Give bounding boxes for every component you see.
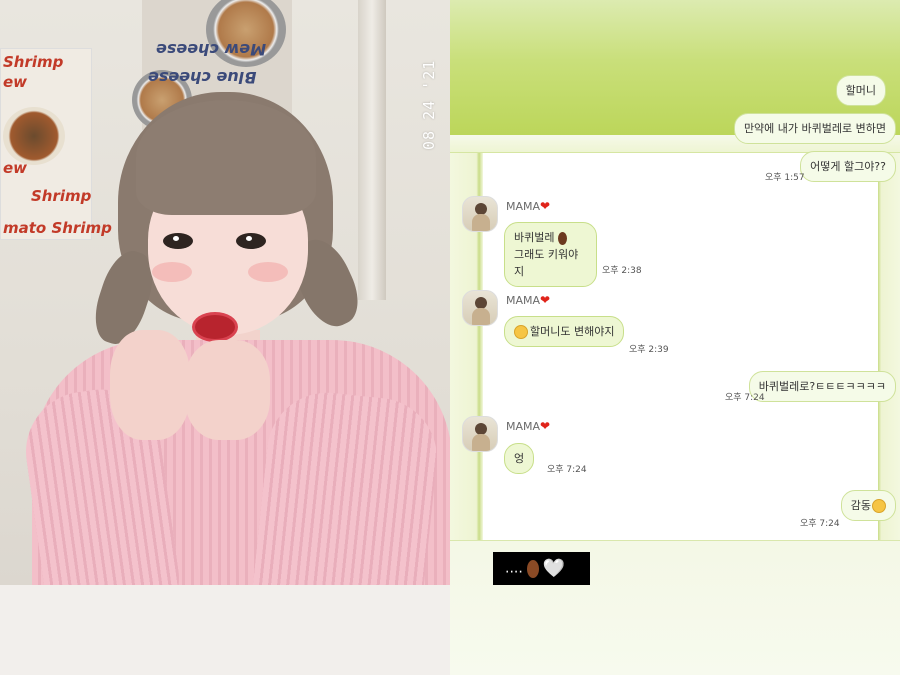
caption-box: .... 🤍	[493, 552, 590, 585]
avatar-body	[472, 214, 490, 231]
message-bubble-outgoing[interactable]: 만약에 내가 바퀴벌레로 변하면	[733, 113, 896, 144]
mouth	[192, 312, 238, 342]
bangs	[136, 100, 316, 215]
baby-face-icon	[514, 325, 528, 339]
message-bubble-incoming[interactable]: 할머니도 변해야지	[504, 316, 625, 347]
message-bubble-incoming[interactable]: 엉	[504, 443, 535, 474]
message-bubble-outgoing[interactable]: 할머니	[835, 75, 886, 106]
poster-text: mato Shrimp	[3, 219, 112, 237]
message-time: 오후 7:24	[800, 519, 840, 529]
poster-text: Mew cheese	[156, 40, 267, 59]
wall-pole	[358, 0, 386, 300]
message-time: 오후 7:24	[547, 465, 587, 475]
sender-name-text: MAMA	[506, 420, 541, 433]
message-text: 바퀴벌레	[514, 231, 555, 244]
sender-name: MAMA❤	[506, 199, 550, 213]
eye-left	[163, 233, 193, 249]
white-heart-icon: 🤍	[542, 558, 566, 579]
heart-icon: ❤	[540, 199, 551, 213]
message-time: 오후 2:38	[602, 266, 642, 276]
avatar[interactable]	[462, 290, 498, 326]
date-stamp: 08 24 '21	[420, 59, 438, 150]
message-bubble-outgoing[interactable]: 어떻게 할그야??	[800, 151, 896, 182]
poster-text: Shrimp	[3, 53, 64, 71]
avatar[interactable]	[462, 196, 498, 232]
message-bubble-incoming[interactable]: 바퀴벌레 그래도 키워야지	[504, 222, 597, 287]
avatar-body	[472, 434, 490, 451]
message-text: 할머니도 변해야지	[530, 325, 615, 338]
sender-name-text: MAMA	[506, 294, 541, 307]
shrimp-poster: Shrimp ew ew mato Shrimp Shrimp	[0, 48, 112, 240]
hand-right	[185, 340, 270, 440]
message-time: 오후 2:39	[629, 345, 669, 355]
message-time: 오후 1:57	[765, 173, 805, 183]
blush	[248, 262, 288, 282]
message-line: 바퀴벌레	[514, 229, 587, 246]
cockroach-icon	[526, 559, 539, 578]
message-line: 그래도 키워야지	[514, 248, 579, 278]
eye-right	[236, 233, 266, 249]
message-bubble-outgoing[interactable]: 바퀴벌레로?ㅌㅌㅌㅋㅋㅋㅋ	[748, 371, 896, 402]
avatar-body	[472, 308, 490, 325]
message-time: 오후 7:24	[725, 393, 765, 403]
table	[0, 585, 450, 675]
touched-face-icon	[872, 499, 886, 513]
message-bubble-outgoing[interactable]: 감동	[840, 490, 896, 521]
heart-icon: ❤	[540, 293, 551, 307]
chat-panel: 할머니 만약에 내가 바퀴벌레로 변하면 어떻게 할그야?? 오후 1:57 M…	[450, 0, 900, 675]
avatar[interactable]	[462, 416, 498, 452]
food-image	[3, 107, 65, 165]
hand-left	[110, 330, 190, 440]
blush	[152, 262, 192, 282]
sender-name-text: MAMA	[506, 200, 541, 213]
heart-icon: ❤	[540, 419, 551, 433]
caption-text: ....	[505, 560, 523, 577]
photo-panel: Shrimp ew ew mato Shrimp Shrimp Blue che…	[0, 0, 450, 675]
cockroach-icon	[558, 231, 568, 245]
sender-name: MAMA❤	[506, 419, 550, 433]
poster-text: Shrimp	[31, 187, 92, 205]
sender-name: MAMA❤	[506, 293, 550, 307]
message-text: 감동	[850, 499, 871, 512]
poster-text: Blue cheese	[148, 68, 257, 87]
frame-right	[878, 153, 900, 540]
poster-text: ew	[3, 73, 28, 91]
